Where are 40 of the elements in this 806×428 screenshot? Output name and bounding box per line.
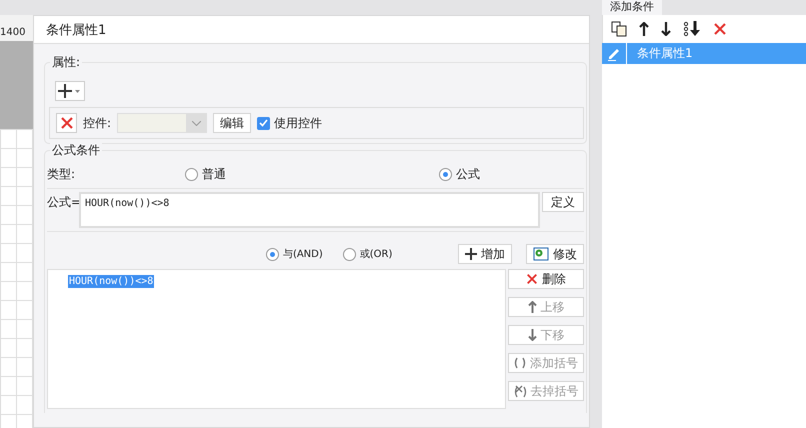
pencil-icon bbox=[607, 46, 621, 60]
radio-label: 或(OR) bbox=[360, 248, 392, 261]
arrow-up-icon bbox=[528, 301, 536, 313]
edit-button[interactable]: 编辑 bbox=[213, 113, 252, 133]
group-title: 公式条件 bbox=[50, 142, 102, 159]
ruler: 1400 bbox=[0, 15, 33, 41]
panel-tab[interactable]: 添加条件 bbox=[602, 0, 662, 15]
move-bottom-icon[interactable] bbox=[683, 21, 701, 37]
modify-button[interactable]: 修改 bbox=[526, 244, 584, 264]
checkbox-label: 使用控件 bbox=[274, 114, 322, 132]
delete-button[interactable]: 删除 bbox=[508, 269, 584, 289]
add-button[interactable]: 增加 bbox=[458, 244, 512, 264]
arrow-up-icon[interactable] bbox=[639, 22, 649, 36]
chevron-down-icon bbox=[192, 120, 201, 126]
dialog-title: 条件属性1 bbox=[34, 16, 589, 44]
plus-icon bbox=[58, 84, 82, 98]
radio-button[interactable] bbox=[266, 248, 279, 260]
field-label: 控件: bbox=[83, 114, 112, 132]
radio-label: 与(AND) bbox=[282, 248, 323, 261]
arrow-down-icon[interactable] bbox=[661, 22, 671, 36]
remove-button[interactable] bbox=[56, 113, 77, 133]
delete-icon bbox=[526, 273, 538, 285]
arrow-down-icon bbox=[528, 329, 536, 341]
remove-parentheses-icon bbox=[514, 384, 526, 398]
formula-field[interactable]: HOUR(now())<>8 bbox=[79, 192, 540, 228]
delete-icon bbox=[60, 116, 74, 130]
plus-icon bbox=[465, 248, 477, 260]
radio-button[interactable] bbox=[185, 168, 198, 180]
checkbox[interactable] bbox=[257, 116, 270, 130]
parentheses-icon bbox=[514, 357, 526, 369]
radio-label: 普通 bbox=[202, 166, 226, 182]
field-label: 类型: bbox=[47, 166, 76, 182]
add-property-button[interactable] bbox=[55, 81, 85, 101]
radio-button[interactable] bbox=[342, 248, 356, 260]
radio-button[interactable] bbox=[439, 168, 452, 180]
delete-icon bbox=[713, 22, 727, 36]
radio-label: 公式 bbox=[456, 166, 480, 182]
define-button[interactable]: 定义 bbox=[542, 192, 584, 212]
group-title: 属性: bbox=[50, 54, 82, 71]
copy-icon[interactable] bbox=[611, 21, 627, 37]
